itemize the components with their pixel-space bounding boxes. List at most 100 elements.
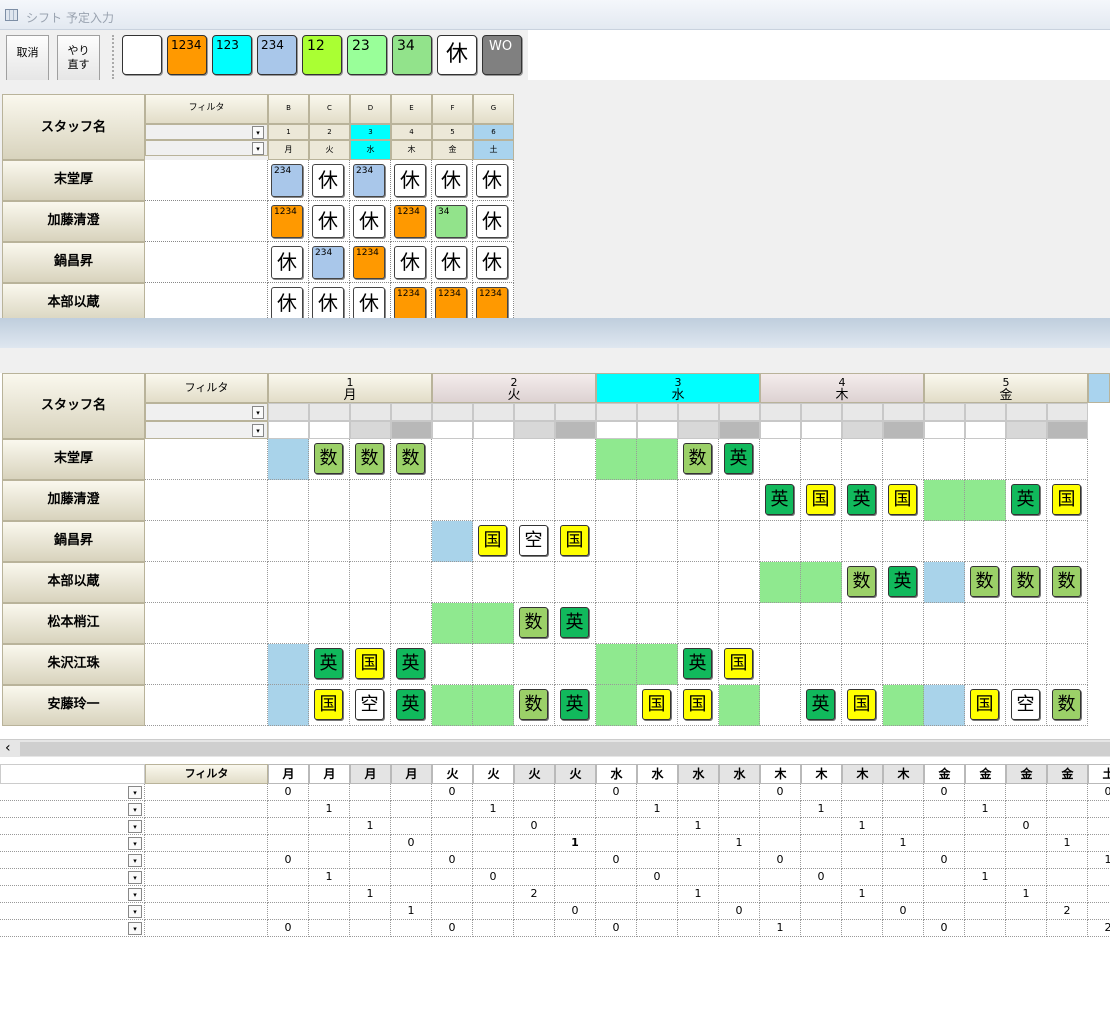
subject-block[interactable]: 数 — [1052, 689, 1081, 720]
assignment-cell[interactable] — [1006, 521, 1047, 562]
assignment-cell[interactable] — [350, 603, 391, 644]
assignment-cell[interactable] — [555, 644, 596, 685]
shift-block[interactable]: 234 — [312, 246, 344, 279]
assignment-cell[interactable] — [268, 562, 309, 603]
assignment-cell[interactable] — [965, 439, 1006, 480]
shift-block[interactable]: 1234 — [271, 205, 303, 238]
assignment-cell[interactable] — [1047, 644, 1088, 685]
assignment-cell[interactable] — [1006, 644, 1047, 685]
shift-block[interactable]: 休 — [312, 164, 344, 197]
assignment-cell[interactable] — [637, 644, 678, 685]
shift-block[interactable]: 1234 — [394, 287, 426, 320]
assignment-cell[interactable] — [473, 644, 514, 685]
assignment-cell[interactable] — [637, 521, 678, 562]
assignment-cell[interactable] — [1006, 439, 1047, 480]
subject-block[interactable]: 国 — [478, 525, 507, 556]
assignment-cell[interactable] — [965, 521, 1006, 562]
assignment-cell[interactable] — [391, 521, 432, 562]
subject-block[interactable]: 英 — [314, 648, 343, 679]
assignment-cell[interactable] — [596, 439, 637, 480]
assignment-cell[interactable] — [924, 562, 965, 603]
assignment-cell[interactable] — [473, 603, 514, 644]
shift-block[interactable]: 休 — [476, 164, 508, 197]
assignment-cell[interactable] — [432, 439, 473, 480]
shift-block[interactable]: 1234 — [435, 287, 467, 320]
palette-swatch-3[interactable]: 234 — [257, 35, 297, 75]
assignment-cell[interactable] — [596, 521, 637, 562]
assignment-cell[interactable] — [596, 685, 637, 726]
assignment-cell[interactable] — [637, 562, 678, 603]
assignment-cell[interactable] — [637, 439, 678, 480]
assignment-cell[interactable] — [924, 644, 965, 685]
assignment-cell[interactable] — [883, 603, 924, 644]
assignment-cell[interactable] — [473, 562, 514, 603]
subject-block[interactable]: 数 — [847, 566, 876, 597]
assignment-cell[interactable] — [965, 644, 1006, 685]
palette-swatch-0[interactable] — [122, 35, 162, 75]
subject-block[interactable]: 英 — [847, 484, 876, 515]
assignment-cell[interactable] — [555, 562, 596, 603]
subject-block[interactable]: 国 — [888, 484, 917, 515]
shift-block[interactable]: 休 — [312, 287, 344, 320]
subject-block[interactable]: 英 — [888, 566, 917, 597]
splitter[interactable] — [0, 318, 1110, 348]
assignment-cell[interactable] — [268, 439, 309, 480]
subject-block[interactable]: 数 — [519, 607, 548, 638]
assignment-cell[interactable] — [842, 603, 883, 644]
assignment-cell[interactable] — [514, 562, 555, 603]
scroll-left-arrow-icon[interactable]: ‹ — [5, 740, 11, 756]
assignment-cell[interactable] — [719, 603, 760, 644]
shift-block[interactable]: 休 — [353, 287, 385, 320]
filter-dropdown[interactable]: ▾ — [252, 406, 264, 419]
assignment-cell[interactable] — [1047, 603, 1088, 644]
shift-block[interactable]: 休 — [271, 246, 303, 279]
assignment-cell[interactable] — [883, 521, 924, 562]
row-dropdown[interactable]: ▾ — [128, 888, 142, 901]
shift-block[interactable]: 234 — [271, 164, 303, 197]
assignment-cell[interactable] — [432, 521, 473, 562]
assignment-cell[interactable] — [432, 603, 473, 644]
subject-block[interactable]: 国 — [314, 689, 343, 720]
assignment-cell[interactable] — [268, 603, 309, 644]
palette-swatch-7[interactable]: 休 — [437, 35, 477, 75]
shift-block[interactable]: 休 — [394, 164, 426, 197]
cancel-button[interactable]: 取消 — [6, 35, 49, 85]
shift-block[interactable]: 34 — [435, 205, 467, 238]
assignment-cell[interactable] — [965, 480, 1006, 521]
assignment-cell[interactable] — [760, 439, 801, 480]
assignment-cell[interactable] — [514, 644, 555, 685]
subject-block[interactable]: 英 — [396, 689, 425, 720]
shift-block[interactable]: 休 — [435, 164, 467, 197]
assignment-cell[interactable] — [924, 685, 965, 726]
subject-block[interactable]: 英 — [724, 443, 753, 474]
assignment-cell[interactable] — [760, 603, 801, 644]
shift-block[interactable]: 1234 — [394, 205, 426, 238]
assignment-cell[interactable] — [924, 439, 965, 480]
subject-block[interactable]: 国 — [642, 689, 671, 720]
shift-block[interactable]: 休 — [435, 246, 467, 279]
shift-block[interactable]: 休 — [353, 205, 385, 238]
assignment-cell[interactable] — [678, 603, 719, 644]
assignment-cell[interactable] — [678, 521, 719, 562]
palette-swatch-8[interactable]: WO — [482, 35, 522, 75]
row-dropdown[interactable]: ▾ — [128, 786, 142, 799]
assignment-cell[interactable] — [719, 685, 760, 726]
assignment-cell[interactable] — [801, 603, 842, 644]
palette-swatch-4[interactable]: 12 — [302, 35, 342, 75]
assignment-cell[interactable] — [391, 480, 432, 521]
scrollbar-thumb[interactable] — [20, 742, 1110, 756]
shift-block[interactable]: 休 — [312, 205, 344, 238]
assignment-cell[interactable] — [432, 644, 473, 685]
row-dropdown[interactable]: ▾ — [128, 803, 142, 816]
subject-block[interactable]: 国 — [683, 689, 712, 720]
subject-block[interactable]: 数 — [396, 443, 425, 474]
shift-block[interactable]: 1234 — [353, 246, 385, 279]
subject-block[interactable]: 数 — [314, 443, 343, 474]
assignment-cell[interactable] — [268, 480, 309, 521]
row-dropdown[interactable]: ▾ — [128, 820, 142, 833]
assignment-cell[interactable] — [268, 521, 309, 562]
subject-block[interactable]: 数 — [970, 566, 999, 597]
assignment-cell[interactable] — [924, 480, 965, 521]
assignment-cell[interactable] — [842, 521, 883, 562]
assignment-cell[interactable] — [555, 439, 596, 480]
